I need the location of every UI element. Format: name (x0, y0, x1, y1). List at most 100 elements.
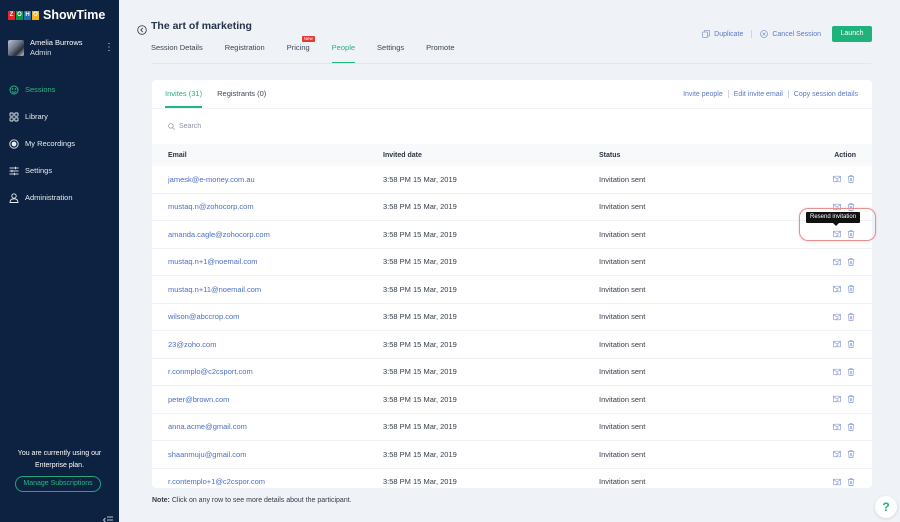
row-status: Invitation sent (599, 394, 646, 404)
row-invited-date: 3:58 PM 15 Mar, 2019 (383, 422, 457, 432)
more-options-icon[interactable]: ⋮ (104, 43, 114, 53)
table-row[interactable]: 23@zoho.com 3:58 PM 15 Mar, 2019 Invitat… (152, 331, 872, 359)
row-actions (833, 175, 855, 184)
admin-user-icon (9, 192, 19, 203)
collapse-sidebar-icon[interactable] (102, 511, 113, 522)
row-email[interactable]: r.conmplo@c2csport.com (168, 367, 253, 376)
duplicate-icon (702, 30, 710, 38)
table-row[interactable]: r.conmplo@c2csport.com 3:58 PM 15 Mar, 2… (152, 359, 872, 386)
row-email[interactable]: r.contemplo+1@c2cspor.com (168, 477, 265, 486)
user-role: Admin (30, 48, 52, 57)
row-actions (833, 423, 855, 431)
delete-trash-icon[interactable] (847, 423, 855, 431)
row-email[interactable]: peter@brown.com (168, 395, 229, 404)
cancel-session-button[interactable]: Cancel Session (760, 30, 821, 38)
avatar[interactable] (8, 40, 24, 56)
row-actions (833, 258, 855, 266)
row-email[interactable]: jamesk@e-money.com.au (168, 175, 255, 184)
table-row[interactable]: r.contemplo+1@c2cspor.com 3:58 PM 15 Mar… (152, 469, 872, 489)
row-email[interactable]: 23@zoho.com (168, 340, 216, 349)
sidebar-item-my-recordings[interactable]: My Recordings (0, 130, 119, 157)
sidebar-item-sessions[interactable]: Sessions (0, 76, 119, 103)
sidebar-item-label: Sessions (25, 85, 56, 94)
manage-subscriptions-button[interactable]: Manage Subscriptions (15, 476, 101, 492)
table-row[interactable]: mustaq.n+1@noemail.com 3:58 PM 15 Mar, 2… (152, 249, 872, 276)
sidebar-item-label: Library (25, 112, 48, 121)
search-input[interactable] (179, 123, 379, 130)
delete-trash-icon[interactable] (847, 395, 855, 404)
back-icon[interactable] (137, 22, 147, 35)
duplicate-label: Duplicate (714, 30, 744, 38)
note: Note: Click on any row to see more detai… (152, 497, 352, 504)
logo-letter: Z (8, 10, 15, 20)
search-icon (168, 123, 175, 130)
brand[interactable]: Z O H O ShowTime (8, 8, 105, 22)
row-email[interactable]: mustaq.n+1@noemail.com (168, 257, 258, 266)
cancel-session-label: Cancel Session (772, 30, 821, 38)
tab-label: Pricing (286, 43, 310, 52)
help-button[interactable]: ? (875, 496, 897, 518)
delete-trash-icon[interactable] (847, 285, 855, 294)
delete-trash-icon[interactable] (847, 258, 855, 266)
table-row[interactable]: anna.acme@gmail.com 3:58 PM 15 Mar, 2019… (152, 414, 872, 441)
session-tabs: Session Details Registration Pricing New… (151, 36, 477, 64)
library-icon (9, 112, 19, 122)
resend-invitation-icon[interactable] (833, 340, 841, 348)
table-row[interactable]: mustaq.n@zohocorp.com 3:58 PM 15 Mar, 20… (152, 194, 872, 221)
row-email[interactable]: amanda.cagle@zohocorp.com (168, 230, 270, 239)
tab-settings[interactable]: Settings (377, 40, 404, 64)
tab-registrants[interactable]: Registrants (0) (217, 80, 266, 108)
search-box (168, 123, 379, 130)
sidebar-item-library[interactable]: Library (0, 103, 119, 130)
row-invited-date: 3:58 PM 15 Mar, 2019 (383, 367, 457, 377)
cancel-circle-icon (760, 30, 769, 38)
tab-pricing[interactable]: Pricing New (286, 36, 315, 64)
tab-invites[interactable]: Invites (31) (165, 80, 203, 108)
resend-invitation-icon[interactable] (833, 450, 841, 458)
delete-trash-icon[interactable] (847, 368, 855, 376)
table-row[interactable]: amanda.cagle@zohocorp.com 3:58 PM 15 Mar… (152, 221, 872, 249)
tab-promote[interactable]: Promote (426, 40, 454, 64)
duplicate-button[interactable]: Duplicate (702, 30, 743, 38)
sidebar-item-settings[interactable]: Settings (0, 157, 119, 184)
resend-invitation-icon[interactable] (833, 368, 841, 376)
tab-registration[interactable]: Registration (225, 40, 265, 64)
sidebar-item-administration[interactable]: Administration (0, 184, 119, 211)
resend-invitation-icon[interactable] (833, 285, 841, 293)
row-actions (833, 313, 855, 321)
row-email[interactable]: anna.acme@gmail.com (168, 422, 247, 431)
resend-invitation-icon[interactable] (833, 175, 841, 183)
delete-trash-icon[interactable] (847, 340, 855, 349)
resend-invitation-icon[interactable] (833, 478, 841, 486)
invite-people-link[interactable]: Invite people (683, 91, 723, 98)
row-invited-date: 3:58 PM 15 Mar, 2019 (383, 339, 457, 349)
resend-invitation-icon[interactable] (833, 395, 841, 403)
delete-trash-icon[interactable] (847, 478, 855, 486)
table-row[interactable]: shaanmuju@gmail.com 3:58 PM 15 Mar, 2019… (152, 441, 872, 469)
delete-trash-icon[interactable] (847, 450, 855, 459)
header-actions: Duplicate Cancel Session Launch (702, 26, 872, 42)
table-row[interactable]: jamesk@e-money.com.au 3:58 PM 15 Mar, 20… (152, 166, 872, 194)
table-row[interactable]: wilson@abccrop.com 3:58 PM 15 Mar, 2019 … (152, 304, 872, 331)
row-email[interactable]: wilson@abccrop.com (168, 312, 239, 321)
row-email[interactable]: mustaq.n@zohocorp.com (168, 202, 254, 211)
tab-people[interactable]: People (331, 40, 356, 64)
row-email[interactable]: shaanmuju@gmail.com (168, 450, 246, 459)
delete-trash-icon[interactable] (847, 175, 855, 184)
column-header-email[interactable]: Email (168, 152, 187, 159)
tab-session-details[interactable]: Session Details (151, 40, 203, 64)
table-row[interactable]: mustaq.n+11@noemail.com 3:58 PM 15 Mar, … (152, 276, 872, 304)
column-header-invited-date[interactable]: Invited date (383, 152, 422, 159)
delete-trash-icon[interactable] (847, 313, 855, 321)
resend-invitation-icon[interactable] (833, 423, 841, 431)
copy-session-details-link[interactable]: Copy session details (794, 91, 858, 98)
table-row[interactable]: peter@brown.com 3:58 PM 15 Mar, 2019 Inv… (152, 386, 872, 414)
launch-button[interactable]: Launch (832, 26, 872, 42)
column-header-status[interactable]: Status (599, 152, 620, 159)
row-email[interactable]: mustaq.n+11@noemail.com (168, 285, 261, 294)
edit-invite-email-link[interactable]: Edit invite email (734, 91, 783, 98)
sidebar-item-label: Settings (25, 166, 53, 175)
resend-invitation-icon[interactable] (833, 258, 841, 266)
resend-invitation-icon[interactable] (833, 313, 841, 321)
sidebar-nav: Sessions Library My Recordings Settings … (0, 76, 119, 211)
